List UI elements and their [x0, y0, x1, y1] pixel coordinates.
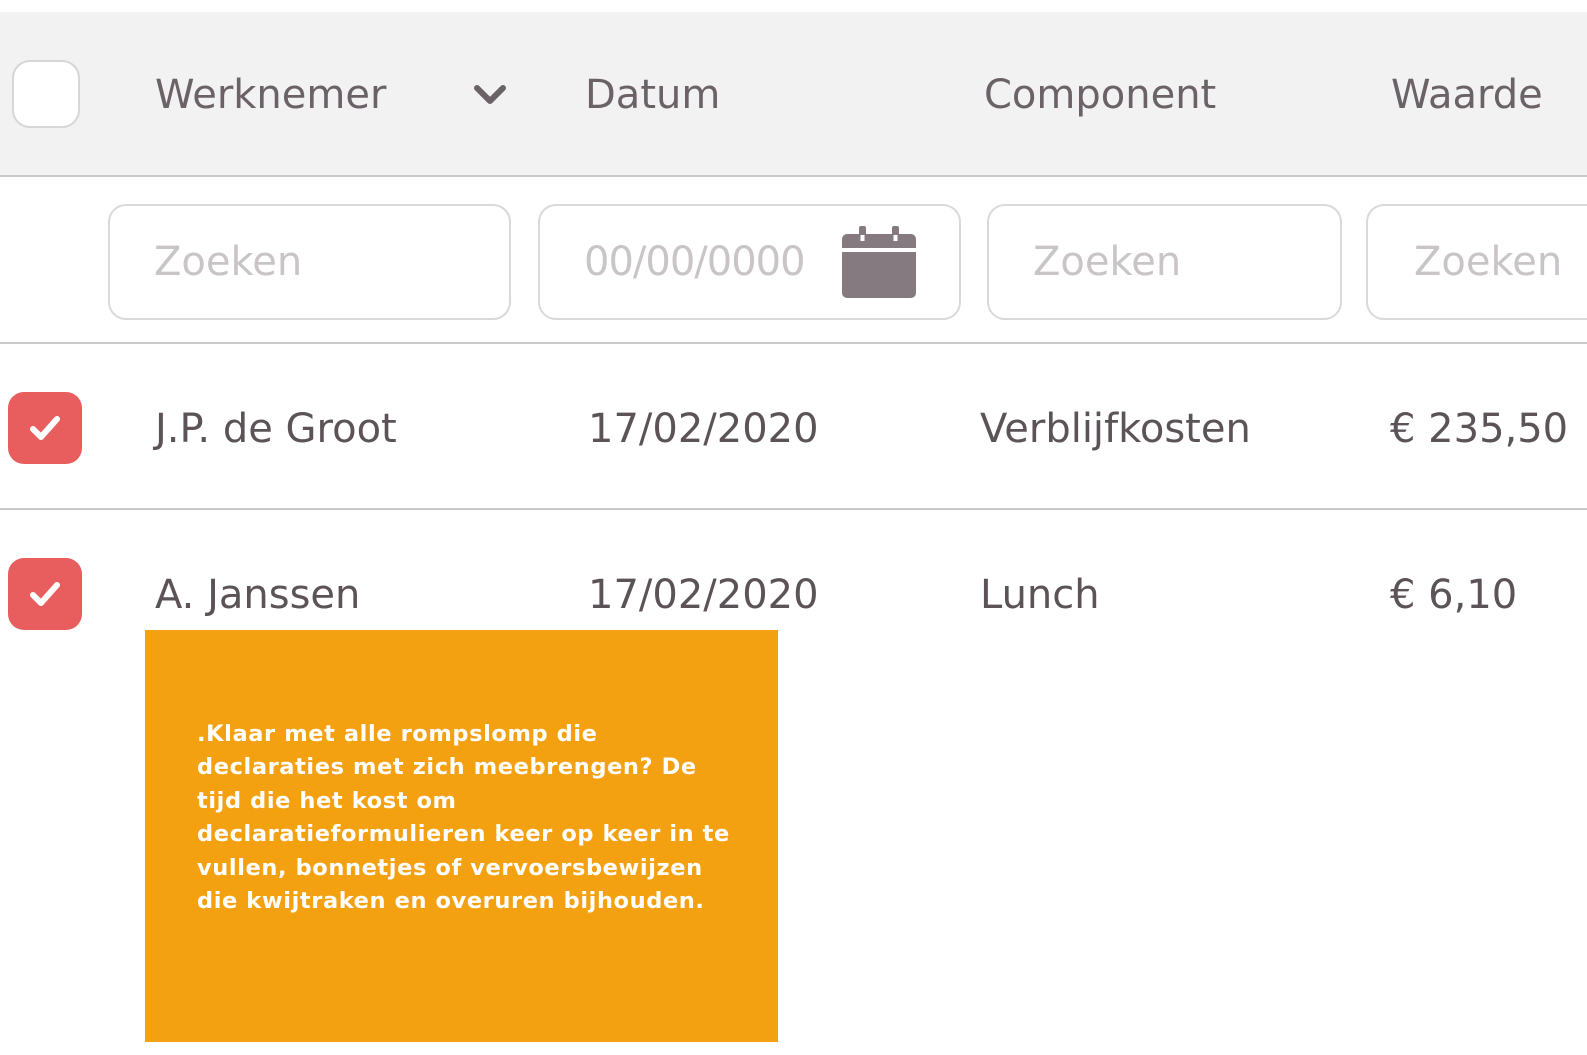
datum-date-input[interactable]: 00/00/0000 [538, 204, 961, 320]
cell-component: Verblijfkosten [980, 406, 1251, 452]
promo-text: .Klaar met alle rompslomp die declaratie… [197, 721, 730, 915]
cell-werknemer: A. Janssen [155, 572, 361, 618]
werknemer-search-placeholder: Zoeken [154, 239, 303, 285]
column-header-datum[interactable]: Datum [585, 70, 720, 120]
promo-text-box: .Klaar met alle rompslomp die declaratie… [145, 630, 778, 1042]
table-header: Werknemer Datum Component Waarde [0, 12, 1587, 177]
row-checkbox[interactable] [8, 392, 82, 464]
cell-datum: 17/02/2020 [588, 572, 819, 618]
component-search-input[interactable]: Zoeken [987, 204, 1342, 320]
cell-waarde: € 6,10 [1390, 572, 1518, 618]
component-search-placeholder: Zoeken [1033, 239, 1182, 285]
checkmark-icon [30, 582, 60, 606]
cell-werknemer: J.P. de Groot [155, 406, 397, 452]
datum-date-placeholder: 00/00/0000 [584, 239, 806, 285]
filter-row: Zoeken 00/00/0000 Zoeken Zoeken [0, 177, 1587, 344]
column-header-waarde[interactable]: Waarde [1391, 70, 1543, 120]
cell-datum: 17/02/2020 [588, 406, 819, 452]
werknemer-search-input[interactable]: Zoeken [108, 204, 511, 320]
chevron-down-icon[interactable] [472, 82, 508, 108]
row-checkbox[interactable] [8, 558, 82, 630]
cell-component: Lunch [980, 572, 1100, 618]
column-header-werknemer[interactable]: Werknemer [155, 70, 386, 120]
column-header-component[interactable]: Component [984, 70, 1216, 120]
waarde-search-input[interactable]: Zoeken [1366, 204, 1587, 320]
cell-waarde: € 235,50 [1390, 406, 1569, 452]
declarations-table-screenshot: Werknemer Datum Component Waarde Zoeken … [0, 0, 1587, 1055]
select-all-checkbox[interactable] [12, 60, 80, 128]
checkmark-icon [30, 416, 60, 440]
table-row[interactable]: J.P. de Groot 17/02/2020 Verblijfkosten … [0, 344, 1587, 510]
waarde-search-placeholder: Zoeken [1414, 239, 1563, 285]
calendar-icon[interactable] [842, 226, 916, 298]
